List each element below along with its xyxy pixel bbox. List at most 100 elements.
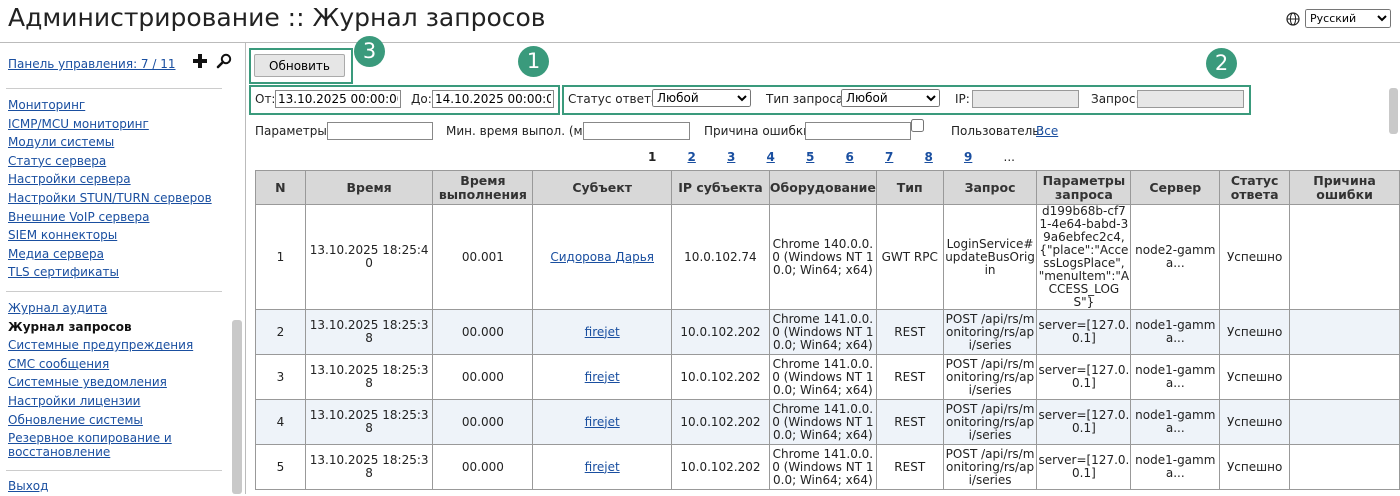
column-header-subject[interactable]: Субъект [532, 170, 673, 205]
sidebar-item-icmp-mcu[interactable]: ICMP/MCU мониторинг [8, 115, 212, 134]
page-link[interactable]: 4 [767, 150, 807, 164]
sidebar-item-stun-turn[interactable]: Настройки STUN/TURN серверов [8, 189, 212, 208]
table-row[interactable]: 5 13.10.2025 18:25:38 00.000 firejet 10.… [255, 444, 1400, 490]
sidebar-item-modules[interactable]: Модули системы [8, 133, 212, 152]
sidebar-item-siem[interactable]: SIEM коннекторы [8, 226, 212, 245]
sidebar-item-voip[interactable]: Внешние VoIP сервера [8, 208, 212, 227]
page-scrollbar[interactable] [1389, 88, 1398, 134]
column-header-params[interactable]: Параметры запроса [1036, 170, 1132, 205]
sidebar-item-logout[interactable]: Выход [8, 477, 48, 496]
date-to-input[interactable] [432, 90, 554, 108]
add-icon[interactable] [192, 53, 208, 69]
sidebar-item-label[interactable]: Модули системы [8, 135, 114, 149]
dashboard-tools [192, 53, 232, 69]
sidebar-item-tls[interactable]: TLS сертификаты [8, 263, 212, 282]
page-link[interactable]: 2 [688, 150, 728, 164]
cell-n: 2 [255, 309, 306, 355]
table-row[interactable]: 1 13.10.2025 18:25:40 00.001 Сидорова Да… [255, 204, 1400, 310]
cell-time: 13.10.2025 18:25:40 [304, 204, 434, 310]
error-input[interactable] [805, 122, 911, 140]
column-header-status[interactable]: Статус ответа [1219, 170, 1291, 205]
page-link[interactable]: 8 [925, 150, 965, 164]
page-link[interactable]: 9 [964, 150, 1004, 164]
column-header-device[interactable]: Оборудование [768, 170, 877, 205]
column-header-time[interactable]: Время [304, 170, 434, 205]
sidebar-item-request-log[interactable]: Журнал запросов [8, 318, 193, 337]
sidebar-item-label[interactable]: ICMP/MCU мониторинг [8, 117, 149, 131]
error-checkbox[interactable] [911, 119, 924, 132]
cell-duration: 00.001 [432, 204, 534, 310]
subject-link[interactable]: firejet [585, 460, 620, 474]
sidebar-item-license[interactable]: Настройки лицензии [8, 392, 193, 411]
page-link[interactable]: 6 [846, 150, 886, 164]
sidebar-item-label[interactable]: Статус сервера [8, 154, 106, 168]
ip-input[interactable] [972, 90, 1079, 108]
sidebar-item-label[interactable]: SIEM коннекторы [8, 228, 117, 242]
column-header-ip[interactable]: IP субъекта [671, 170, 770, 205]
column-header-duration[interactable]: Время выполнения [432, 170, 534, 205]
from-label: От: [255, 92, 276, 106]
sidebar-item-label[interactable]: Обновление системы [8, 413, 143, 427]
sidebar-item-label[interactable]: TLS сертификаты [8, 265, 119, 279]
sidebar-item-server-settings[interactable]: Настройки сервера [8, 170, 212, 189]
min-time-input[interactable] [583, 122, 690, 140]
sidebar-item-label[interactable]: СМС сообщения [8, 357, 109, 371]
cell-ip: 10.0.102.202 [671, 309, 770, 355]
column-header-error[interactable]: Причина ошибки [1289, 170, 1400, 205]
cell-n: 1 [255, 204, 306, 310]
page-link[interactable]: 5 [806, 150, 846, 164]
cell-status: Успешно [1219, 444, 1291, 490]
language-select[interactable]: Русский [1305, 9, 1391, 28]
search-icon[interactable] [216, 53, 232, 69]
table-row[interactable]: 2 13.10.2025 18:25:38 00.000 firejet 10.… [255, 309, 1400, 355]
subject-link[interactable]: firejet [585, 370, 620, 384]
subject-link[interactable]: Сидорова Дарья [550, 250, 654, 264]
params-label: Параметры: [255, 124, 331, 138]
refresh-button[interactable]: Обновить [254, 54, 345, 77]
sidebar-item-label[interactable]: Настройки STUN/TURN серверов [8, 191, 212, 205]
sidebar-item-update[interactable]: Обновление системы [8, 411, 193, 430]
cell-time: 13.10.2025 18:25:38 [304, 309, 434, 355]
page-link[interactable]: 3 [727, 150, 767, 164]
request-input[interactable] [1137, 90, 1244, 108]
cell-duration: 00.000 [432, 354, 534, 400]
table-row[interactable]: 3 13.10.2025 18:25:38 00.000 firejet 10.… [255, 354, 1400, 400]
sidebar-item-label[interactable]: Журнал аудита [8, 301, 107, 315]
column-header-n[interactable]: N [255, 170, 306, 205]
sidebar-item-media[interactable]: Медиа сервера [8, 245, 212, 264]
sidebar-item-backup[interactable]: Резервное копирование и восстановление [8, 429, 178, 459]
sidebar-item-system-warnings[interactable]: Системные предупреждения [8, 336, 193, 355]
sidebar-item-label[interactable]: Системные уведомления [8, 375, 167, 389]
dashboard-link-wrap: Панель управления: 7 / 11 [8, 57, 176, 71]
sidebar-divider [6, 470, 222, 471]
column-header-type[interactable]: Тип [875, 170, 944, 205]
sidebar-item-notifications[interactable]: Системные уведомления [8, 373, 193, 392]
sidebar-item-label[interactable]: Внешние VoIP сервера [8, 210, 150, 224]
date-from-input[interactable] [275, 90, 401, 108]
request-type-select[interactable]: Любой [841, 89, 940, 107]
sidebar-item-label[interactable]: Резервное копирование и восстановление [8, 431, 172, 459]
sidebar-item-monitoring[interactable]: Мониторинг [8, 96, 212, 115]
user-filter-link[interactable]: Все [1036, 124, 1058, 138]
sidebar-item-label[interactable]: Мониторинг [8, 98, 85, 112]
sidebar-scrollbar[interactable] [232, 320, 242, 494]
subject-link[interactable]: firejet [585, 415, 620, 429]
params-input[interactable] [327, 122, 433, 140]
sidebar-item-sms[interactable]: СМС сообщения [8, 355, 193, 374]
subject-link[interactable]: firejet [585, 325, 620, 339]
page-link[interactable]: 7 [885, 150, 925, 164]
logout-link[interactable]: Выход [8, 479, 48, 493]
sidebar-item-audit-log[interactable]: Журнал аудита [8, 299, 193, 318]
sidebar-item-label[interactable]: Настройки лицензии [8, 394, 140, 408]
sidebar-item-label[interactable]: Настройки сервера [8, 172, 131, 186]
callout-badge-3: 3 [354, 36, 385, 67]
table-row[interactable]: 4 13.10.2025 18:25:38 00.000 firejet 10.… [255, 399, 1400, 445]
status-select[interactable]: Любой [652, 89, 751, 107]
column-header-server[interactable]: Сервер [1130, 170, 1221, 205]
column-header-request[interactable]: Запрос [942, 170, 1038, 205]
dashboard-link[interactable]: Панель управления: 7 / 11 [8, 57, 176, 71]
sidebar-item-label[interactable]: Системные предупреждения [8, 338, 193, 352]
sidebar-item-label[interactable]: Медиа сервера [8, 247, 104, 261]
cell-device: Chrome 141.0.0.0 (Windows NT 10.0; Win64… [768, 354, 877, 400]
sidebar-item-server-status[interactable]: Статус сервера [8, 152, 212, 171]
